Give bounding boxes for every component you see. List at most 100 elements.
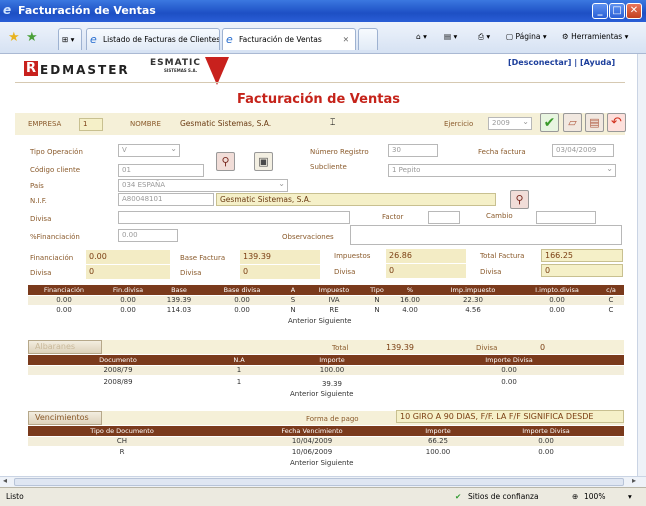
tools-menu[interactable]: ⚙ Herramientas ▾ <box>562 32 628 41</box>
status-text: Listo <box>6 492 24 501</box>
nif-name-field[interactable]: Gesmatic Sistemas, S.A. <box>216 193 496 206</box>
numero-registro-field[interactable]: 30 <box>388 144 438 157</box>
base-factura-value: 139.39 <box>240 250 320 264</box>
subcliente-label: Subcliente <box>310 163 347 171</box>
col-header: Importe <box>319 356 345 364</box>
vencimientos-pager[interactable]: Anterior Siguiente <box>290 459 354 467</box>
albaranes-button[interactable]: Albaranes <box>28 340 102 354</box>
albaranes-pager[interactable]: Anterior Siguiente <box>290 390 354 398</box>
gesmatic-logo-text: ESMATIC SISTEMAS S.A. <box>150 58 201 73</box>
favorites-star-icon[interactable]: ★ <box>8 30 20 45</box>
tipo-operacion-label: Tipo Operación <box>30 148 83 156</box>
col-header: Fin.divisa <box>112 286 144 294</box>
cell: 4.00 <box>402 306 418 314</box>
minimize-button[interactable]: _ <box>592 3 608 19</box>
vertical-scrollbar[interactable] <box>637 54 646 476</box>
table-row[interactable]: CH 10/04/2009 66.25 0.00 <box>28 437 624 446</box>
divisa-label: Divisa <box>30 215 52 223</box>
print-icon[interactable]: ⎙ ▾ <box>478 32 490 42</box>
horizontal-scrollbar[interactable]: ◂ ▸ <box>0 476 646 487</box>
total-factura-label: Total Factura <box>480 252 525 260</box>
eraser-icon[interactable]: ▱ <box>563 113 582 132</box>
scroll-left-icon[interactable]: ◂ <box>3 476 7 485</box>
maximize-button[interactable]: □ <box>609 3 625 19</box>
close-tab-icon[interactable]: ✕ <box>343 29 349 50</box>
observaciones-textarea[interactable] <box>350 225 622 245</box>
confirm-check-icon[interactable]: ✔ <box>540 113 559 132</box>
cell: 2008/89 <box>103 378 133 386</box>
divisa-label: Divisa <box>334 268 356 276</box>
empresa-field[interactable]: 1 <box>79 118 103 131</box>
col-header: Fecha Vencimiento <box>281 427 343 435</box>
security-zone[interactable]: Sitios de confianza <box>468 488 539 506</box>
divisa-field[interactable] <box>118 211 350 224</box>
help-link[interactable]: [Ayuda] <box>580 58 615 67</box>
cell: 0.00 <box>56 296 72 304</box>
cell: 100.00 <box>319 366 345 374</box>
ie-page-icon: e <box>226 33 233 46</box>
tipo-operacion-select[interactable]: V <box>118 144 180 157</box>
zoom-level[interactable]: 100% <box>584 488 605 506</box>
cell: 0.00 <box>549 306 565 314</box>
factor-field[interactable] <box>428 211 460 224</box>
forma-pago-field[interactable]: 10 GIRO A 90 DIAS, F/F. LA F/F SIGNIFICA… <box>396 410 624 423</box>
vencimientos-table-header: Tipo de Documento Fecha Vencimiento Impo… <box>28 426 624 436</box>
pais-select[interactable]: 034 ESPAÑA <box>118 179 288 192</box>
subcliente-select[interactable]: 1 Pepito <box>388 164 616 177</box>
table-row[interactable]: R 10/06/2009 100.00 0.00 <box>28 448 624 457</box>
fecha-factura-field[interactable]: 03/04/2009 <box>552 144 614 157</box>
codigo-cliente-label: Código cliente <box>30 166 81 174</box>
disconnect-link[interactable]: [Desconectar] <box>508 58 571 67</box>
divisa-label: Divisa <box>180 269 202 277</box>
close-button[interactable]: ✕ <box>626 3 642 19</box>
back-arrow-icon[interactable]: ↶ <box>607 113 626 132</box>
table-row[interactable]: 0.00 0.00 114.03 0.00 N RE N 4.00 4.56 0… <box>28 306 624 315</box>
add-favorites-icon[interactable]: ★ <box>26 30 38 45</box>
table-row[interactable]: 2008/79 1 100.00 0.00 <box>28 366 624 375</box>
col-header: Base <box>171 286 187 294</box>
table-row[interactable]: 0.00 0.00 139.39 0.00 S IVA N 16.00 22.3… <box>28 296 624 305</box>
divisa-value: 0 <box>541 264 623 277</box>
cambio-field[interactable] <box>536 211 596 224</box>
scroll-right-icon[interactable]: ▸ <box>632 476 636 485</box>
cell: 0.00 <box>120 296 136 304</box>
cell: 16.00 <box>399 296 421 304</box>
zoom-dropdown-icon[interactable]: ▾ <box>628 488 632 506</box>
financiacion-pct-field[interactable]: 0.00 <box>118 229 178 242</box>
col-header: c/a <box>606 286 616 294</box>
vencimientos-button[interactable]: Vencimientos <box>28 411 102 425</box>
tax-table-pager[interactable]: Anterior Siguiente <box>288 317 352 325</box>
page-menu[interactable]: ▢ Página ▾ <box>506 32 547 41</box>
erase-all-icon[interactable]: ▤ <box>585 113 604 132</box>
new-tab-button[interactable] <box>358 28 378 50</box>
ejercicio-select[interactable]: 2009 <box>488 117 532 130</box>
redmaster-logo-mark: R <box>24 61 38 76</box>
codigo-cliente-field[interactable]: 01 <box>118 164 204 177</box>
nif-field[interactable]: A80048101 <box>118 193 214 206</box>
cell: 39.39 <box>321 380 343 388</box>
cell: 1 <box>236 378 242 386</box>
table-row[interactable]: 2008/89 1 39.39 0.00 <box>28 376 624 388</box>
cell: S <box>290 296 296 304</box>
cell: 4.56 <box>465 306 481 314</box>
text-cursor-icon: ⌶ <box>330 118 336 128</box>
tab-facturacion-ventas[interactable]: e Facturación de Ventas ✕ <box>222 28 356 50</box>
base-factura-label: Base Factura <box>180 254 226 262</box>
col-header: Importe <box>425 427 451 435</box>
home-icon[interactable]: ⌂ ▾ <box>416 32 427 41</box>
financiacion-value: 0.00 <box>86 250 170 264</box>
window-title: Facturación de Ventas <box>18 4 156 17</box>
cell: 0.00 <box>120 306 136 314</box>
cell: R <box>119 448 125 456</box>
tax-table-header: Financiación Fin.divisa Base Base divisa… <box>28 285 624 295</box>
binoculars-search-icon[interactable]: ⚲ <box>216 152 235 171</box>
cell: 0.00 <box>234 296 250 304</box>
binoculars-search-icon[interactable]: ⚲ <box>510 190 529 209</box>
feeds-icon[interactable]: ▤ ▾ <box>444 32 457 41</box>
tab-listado-facturas[interactable]: e Listado de Facturas de Clientes <box>86 28 220 50</box>
scroll-thumb[interactable] <box>14 478 624 486</box>
financiacion-label: Financiación <box>30 254 74 262</box>
clipboard-icon[interactable]: ▣ <box>254 152 273 171</box>
divider <box>15 82 625 83</box>
quick-tabs-button[interactable]: ⊞ ▾ <box>58 28 82 50</box>
